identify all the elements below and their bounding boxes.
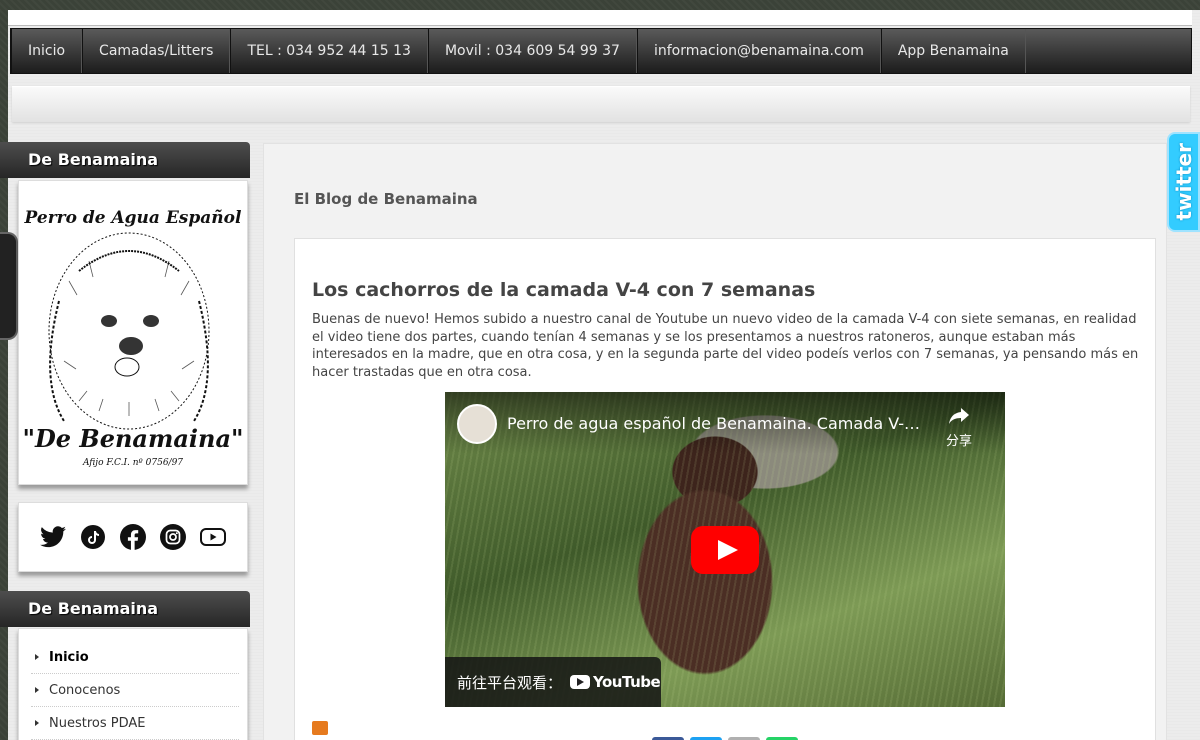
youtube-logo: YouTube bbox=[570, 673, 661, 691]
post-title[interactable]: Los cachorros de la camada V-4 con 7 sem… bbox=[312, 279, 815, 301]
tiktok-icon[interactable] bbox=[80, 524, 106, 550]
blog-title: El Blog de Benamaina bbox=[294, 190, 478, 208]
watch-on-youtube-button[interactable]: 前往平台观看： YouTube bbox=[445, 657, 661, 707]
benamaina-logo: Perro de Agua Español "De Benamaina" Afi… bbox=[22, 208, 243, 468]
twitter-tab-label: twitter bbox=[1171, 143, 1196, 221]
sidebar-logo-heading: De Benamaina bbox=[0, 142, 250, 178]
nav-item-inicio[interactable]: Inicio bbox=[11, 29, 83, 73]
caret-right-icon bbox=[35, 687, 39, 693]
sidebar-item-label: Nuestros PDAE bbox=[49, 715, 146, 731]
watch-label: 前往平台观看： bbox=[457, 673, 563, 692]
caret-right-icon bbox=[35, 654, 39, 660]
logo-line1: Perro de Agua Español bbox=[24, 208, 242, 228]
page: Inicio Camadas/Litters TEL : 034 952 44 … bbox=[0, 10, 1200, 740]
youtube-embed[interactable]: Perro de agua español de Benamaina. Cama… bbox=[445, 392, 1005, 707]
rss-icon[interactable] bbox=[312, 721, 328, 735]
main-nav: Inicio Camadas/Litters TEL : 034 952 44 … bbox=[10, 28, 1192, 74]
logo-line3: Afijo F.C.I. nº 0756/97 bbox=[82, 458, 183, 468]
sidebar-item-label: Inicio bbox=[49, 649, 89, 665]
post-body: Buenas de nuevo! Hemos subido a nuestro … bbox=[312, 312, 1139, 380]
sidebar-slide-tab[interactable] bbox=[0, 232, 18, 340]
nav-item-telefono[interactable]: TEL : 034 952 44 15 13 bbox=[230, 29, 428, 73]
youtube-icon[interactable] bbox=[200, 524, 226, 550]
main-content: El Blog de Benamaina Los cachorros de la… bbox=[263, 143, 1167, 740]
sidebar-item-conocenos[interactable]: Conocenos bbox=[31, 674, 239, 707]
video-title[interactable]: Perro de agua español de Benamaina. Cama… bbox=[507, 414, 927, 433]
instagram-icon[interactable] bbox=[160, 524, 186, 550]
sidebar-menu: Inicio Conocenos Nuestros PDAE bbox=[18, 628, 248, 740]
share-icon bbox=[949, 408, 969, 424]
sidebar-item-inicio[interactable]: Inicio bbox=[31, 641, 239, 674]
sidebar-item-label: Conocenos bbox=[49, 682, 121, 698]
logo-box: Perro de Agua Español "De Benamaina" Afi… bbox=[18, 180, 248, 485]
youtube-play-icon bbox=[570, 675, 591, 689]
nav-item-email[interactable]: informacion@benamaina.com bbox=[636, 29, 881, 73]
caret-right-icon bbox=[35, 720, 39, 726]
blog-post: Los cachorros de la camada V-4 con 7 sem… bbox=[294, 238, 1156, 740]
logo-line2: "De Benamaina" bbox=[22, 424, 243, 453]
nav-item-camadas[interactable]: Camadas/Litters bbox=[82, 29, 231, 73]
play-button[interactable] bbox=[691, 526, 759, 574]
platform-name: YouTube bbox=[593, 673, 661, 691]
nav-item-app[interactable]: App Benamaina bbox=[880, 29, 1026, 73]
sidebar-menu-heading: De Benamaina bbox=[0, 591, 250, 627]
twitter-icon[interactable] bbox=[40, 524, 66, 550]
top-strip bbox=[8, 10, 1192, 26]
sub-bar bbox=[12, 86, 1190, 122]
nav-item-movil[interactable]: Movil : 034 609 54 99 37 bbox=[427, 29, 637, 73]
social-box bbox=[18, 502, 248, 572]
twitter-follow-tab[interactable]: twitter bbox=[1167, 132, 1200, 232]
facebook-icon[interactable] bbox=[120, 524, 146, 550]
share-label: 分享 bbox=[945, 434, 972, 449]
channel-avatar[interactable] bbox=[457, 404, 497, 444]
sidebar-item-nuestros-pdae[interactable]: Nuestros PDAE bbox=[31, 707, 239, 740]
share-button[interactable]: 分享 bbox=[939, 406, 979, 449]
